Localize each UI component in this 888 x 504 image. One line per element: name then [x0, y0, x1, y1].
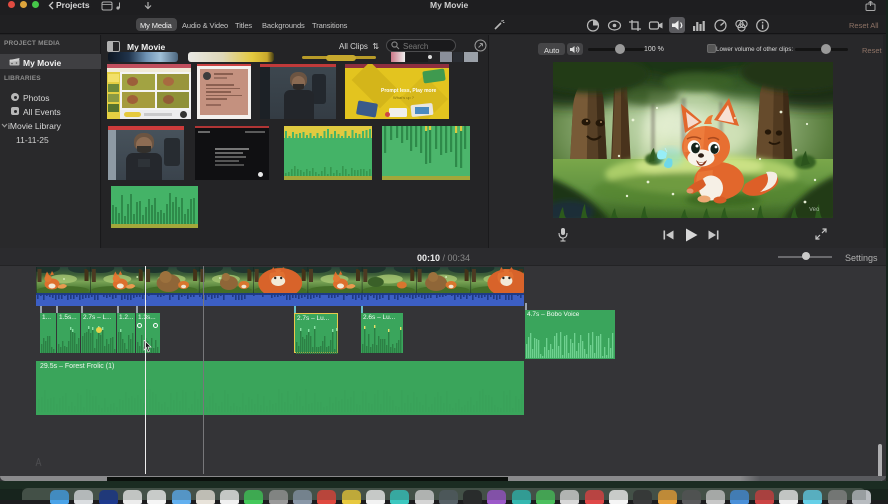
svg-text:Veo: Veo: [809, 207, 820, 213]
